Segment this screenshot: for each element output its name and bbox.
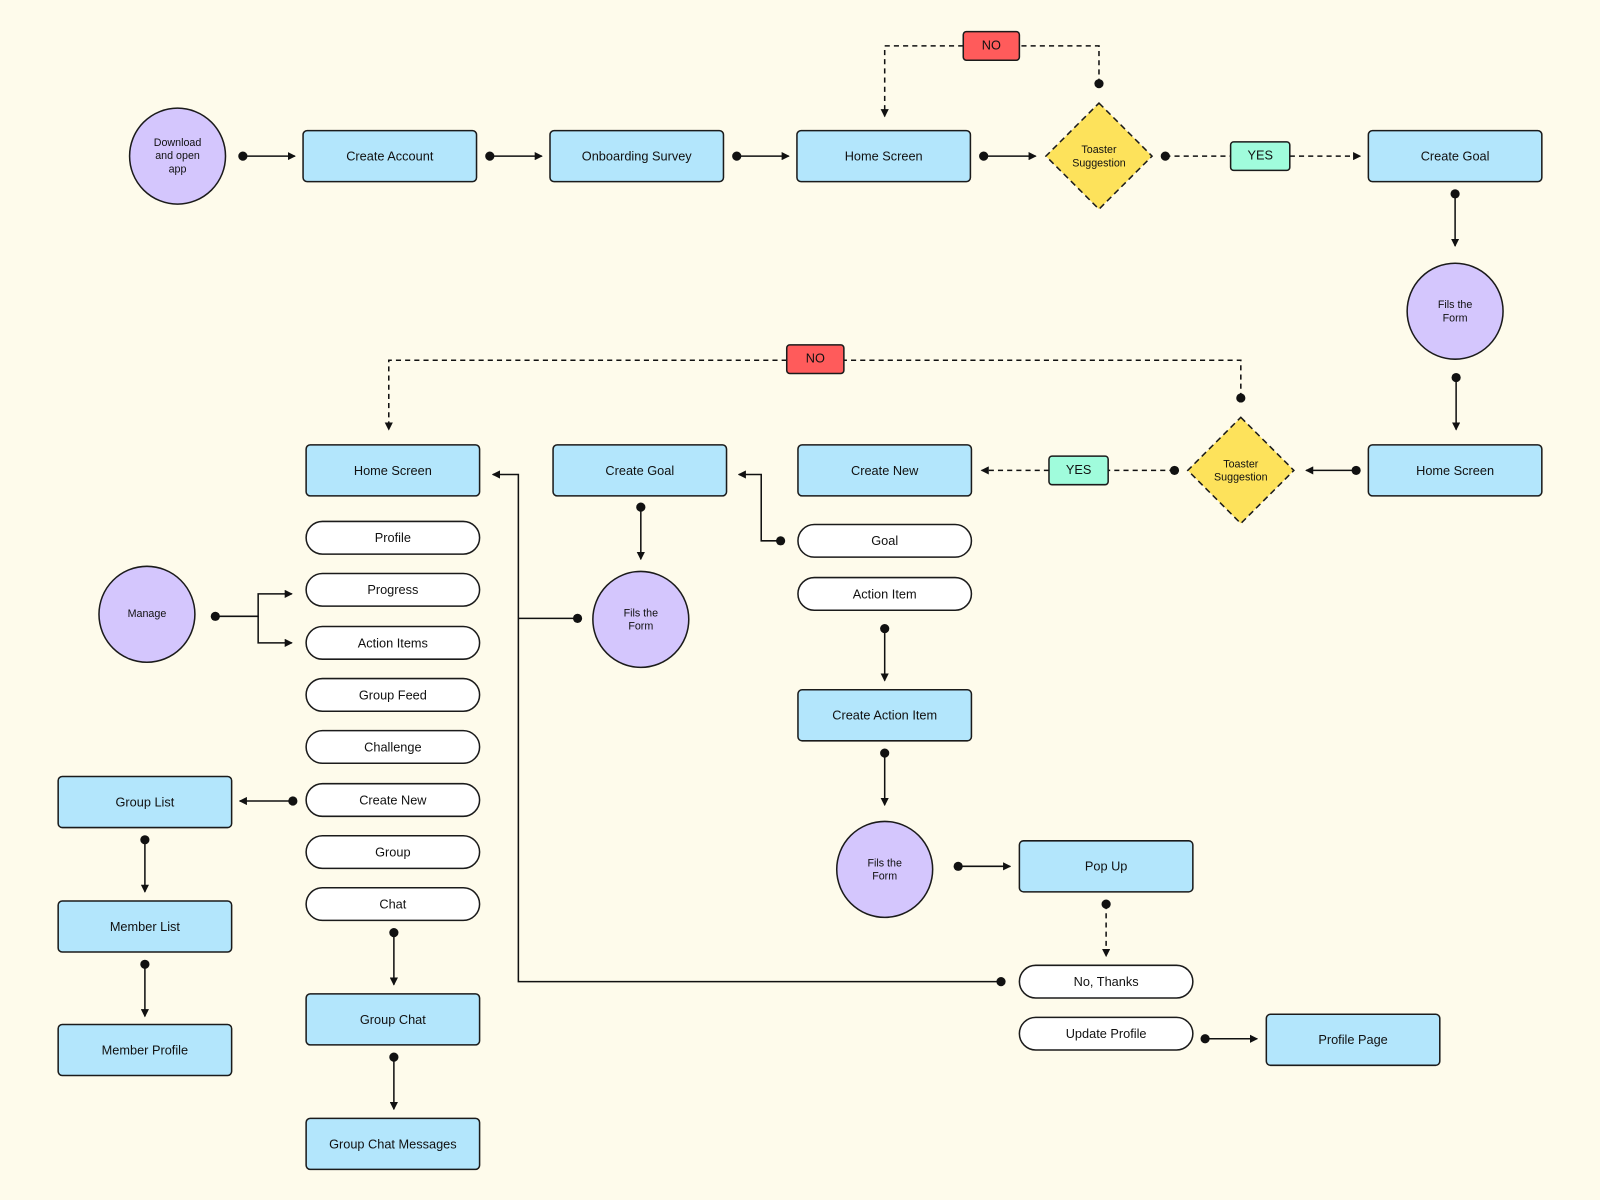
option-progress[interactable]: Progress	[305, 572, 481, 607]
svg-text:NO: NO	[806, 351, 825, 366]
screen-pop-up[interactable]: Pop Up	[1018, 840, 1194, 893]
svg-text:Group List: Group List	[115, 794, 174, 809]
svg-text:Goal: Goal	[871, 533, 898, 548]
option-no-thanks[interactable]: No, Thanks	[1018, 964, 1194, 999]
label-yes-2: YES	[1048, 455, 1109, 486]
svg-text:Fils theForm: Fils the Form	[867, 857, 902, 882]
svg-text:Progress: Progress	[367, 582, 418, 597]
node-fills-form-3: Fils the Form	[835, 820, 934, 919]
screen-member-list[interactable]: Member List	[57, 900, 233, 953]
option-profile[interactable]: Profile	[305, 520, 481, 555]
svg-text:Group: Group	[375, 844, 410, 859]
svg-text:Chat: Chat	[379, 896, 406, 911]
svg-text:Home Screen: Home Screen	[354, 463, 432, 478]
option-update-profile[interactable]: Update Profile	[1018, 1016, 1194, 1051]
screen-home-2[interactable]: Home Screen	[1367, 444, 1543, 497]
screen-create-goal-1[interactable]: Create Goal	[1367, 129, 1543, 183]
svg-text:Create New: Create New	[359, 792, 427, 807]
svg-text:Pop Up: Pop Up	[1085, 859, 1128, 874]
svg-text:Profile: Profile	[375, 530, 411, 545]
screen-home-3[interactable]: Home Screen	[305, 444, 481, 497]
svg-text:Home Screen: Home Screen	[845, 149, 923, 164]
user-flow-diagram: Download and open app Fils the Form Manage …	[57, 30, 1543, 1171]
svg-text:Fils theForm: Fils the Form	[624, 607, 659, 632]
svg-text:Onboarding Survey: Onboarding Survey	[582, 149, 692, 164]
svg-text:YES: YES	[1066, 462, 1092, 477]
option-action-item[interactable]: Action Item	[797, 576, 973, 611]
screen-member-profile[interactable]: Member Profile	[57, 1023, 233, 1077]
label-no-1: NO	[962, 30, 1021, 61]
label-no-2: NO	[785, 344, 845, 375]
svg-text:NO: NO	[982, 37, 1001, 52]
option-action-items[interactable]: Action Items	[305, 625, 481, 660]
svg-text:Group Chat Messages: Group Chat Messages	[329, 1136, 457, 1151]
svg-text:Group Feed: Group Feed	[359, 687, 427, 702]
svg-text:Challenge: Challenge	[364, 739, 421, 754]
screen-create-action-item[interactable]: Create Action Item	[797, 689, 973, 742]
svg-text:Home Screen: Home Screen	[1416, 463, 1494, 478]
node-fills-form-2: Fils the Form	[592, 570, 690, 669]
decision-toaster-suggestion-1: Toaster Suggestion	[1044, 101, 1154, 211]
svg-text:Create Goal: Create Goal	[605, 463, 674, 478]
svg-text:Create Goal: Create Goal	[1421, 149, 1490, 164]
svg-text:Fils theForm: Fils the Form	[1438, 299, 1473, 324]
screen-home-1[interactable]: Home Screen	[796, 129, 972, 183]
svg-text:Create Account: Create Account	[346, 149, 434, 164]
svg-text:Profile Page: Profile Page	[1318, 1032, 1387, 1047]
option-challenge[interactable]: Challenge	[305, 729, 481, 765]
svg-text:Action Item: Action Item	[853, 586, 917, 601]
screen-profile-page[interactable]: Profile Page	[1265, 1013, 1441, 1067]
screen-group-list[interactable]: Group List	[57, 775, 233, 829]
option-create-new[interactable]: Create New	[305, 782, 481, 818]
svg-text:Group Chat: Group Chat	[360, 1012, 426, 1027]
svg-text:Manage: Manage	[128, 608, 167, 620]
svg-text:Create Action Item: Create Action Item	[832, 708, 937, 723]
svg-text:YES: YES	[1247, 147, 1273, 162]
node-download-app: Download and open app	[128, 107, 227, 205]
option-group-feed[interactable]: Group Feed	[305, 677, 481, 712]
option-goal[interactable]: Goal	[797, 523, 973, 558]
svg-text:No, Thanks: No, Thanks	[1074, 974, 1139, 989]
svg-text:Update Profile: Update Profile	[1066, 1026, 1147, 1041]
screen-create-new[interactable]: Create New	[797, 444, 973, 497]
screen-group-chat-messages[interactable]: Group Chat Messages	[305, 1117, 481, 1171]
screen-onboarding-survey[interactable]: Onboarding Survey	[549, 129, 725, 183]
node-manage: Manage	[98, 565, 196, 664]
option-group[interactable]: Group	[305, 834, 481, 870]
decision-toaster-suggestion-2: Toaster Suggestion	[1186, 416, 1295, 525]
screen-group-chat[interactable]: Group Chat	[305, 993, 481, 1046]
option-chat[interactable]: Chat	[305, 886, 481, 922]
svg-text:Action Items: Action Items	[358, 635, 428, 650]
svg-text:Create New: Create New	[851, 463, 919, 478]
node-fills-form-1: Fils the Form	[1406, 262, 1504, 360]
label-yes-1: YES	[1229, 141, 1291, 172]
screen-create-goal-2[interactable]: Create Goal	[552, 444, 728, 497]
screen-create-account[interactable]: Create Account	[302, 129, 478, 183]
svg-text:Member Profile: Member Profile	[102, 1042, 188, 1057]
svg-text:Member List: Member List	[110, 919, 181, 934]
